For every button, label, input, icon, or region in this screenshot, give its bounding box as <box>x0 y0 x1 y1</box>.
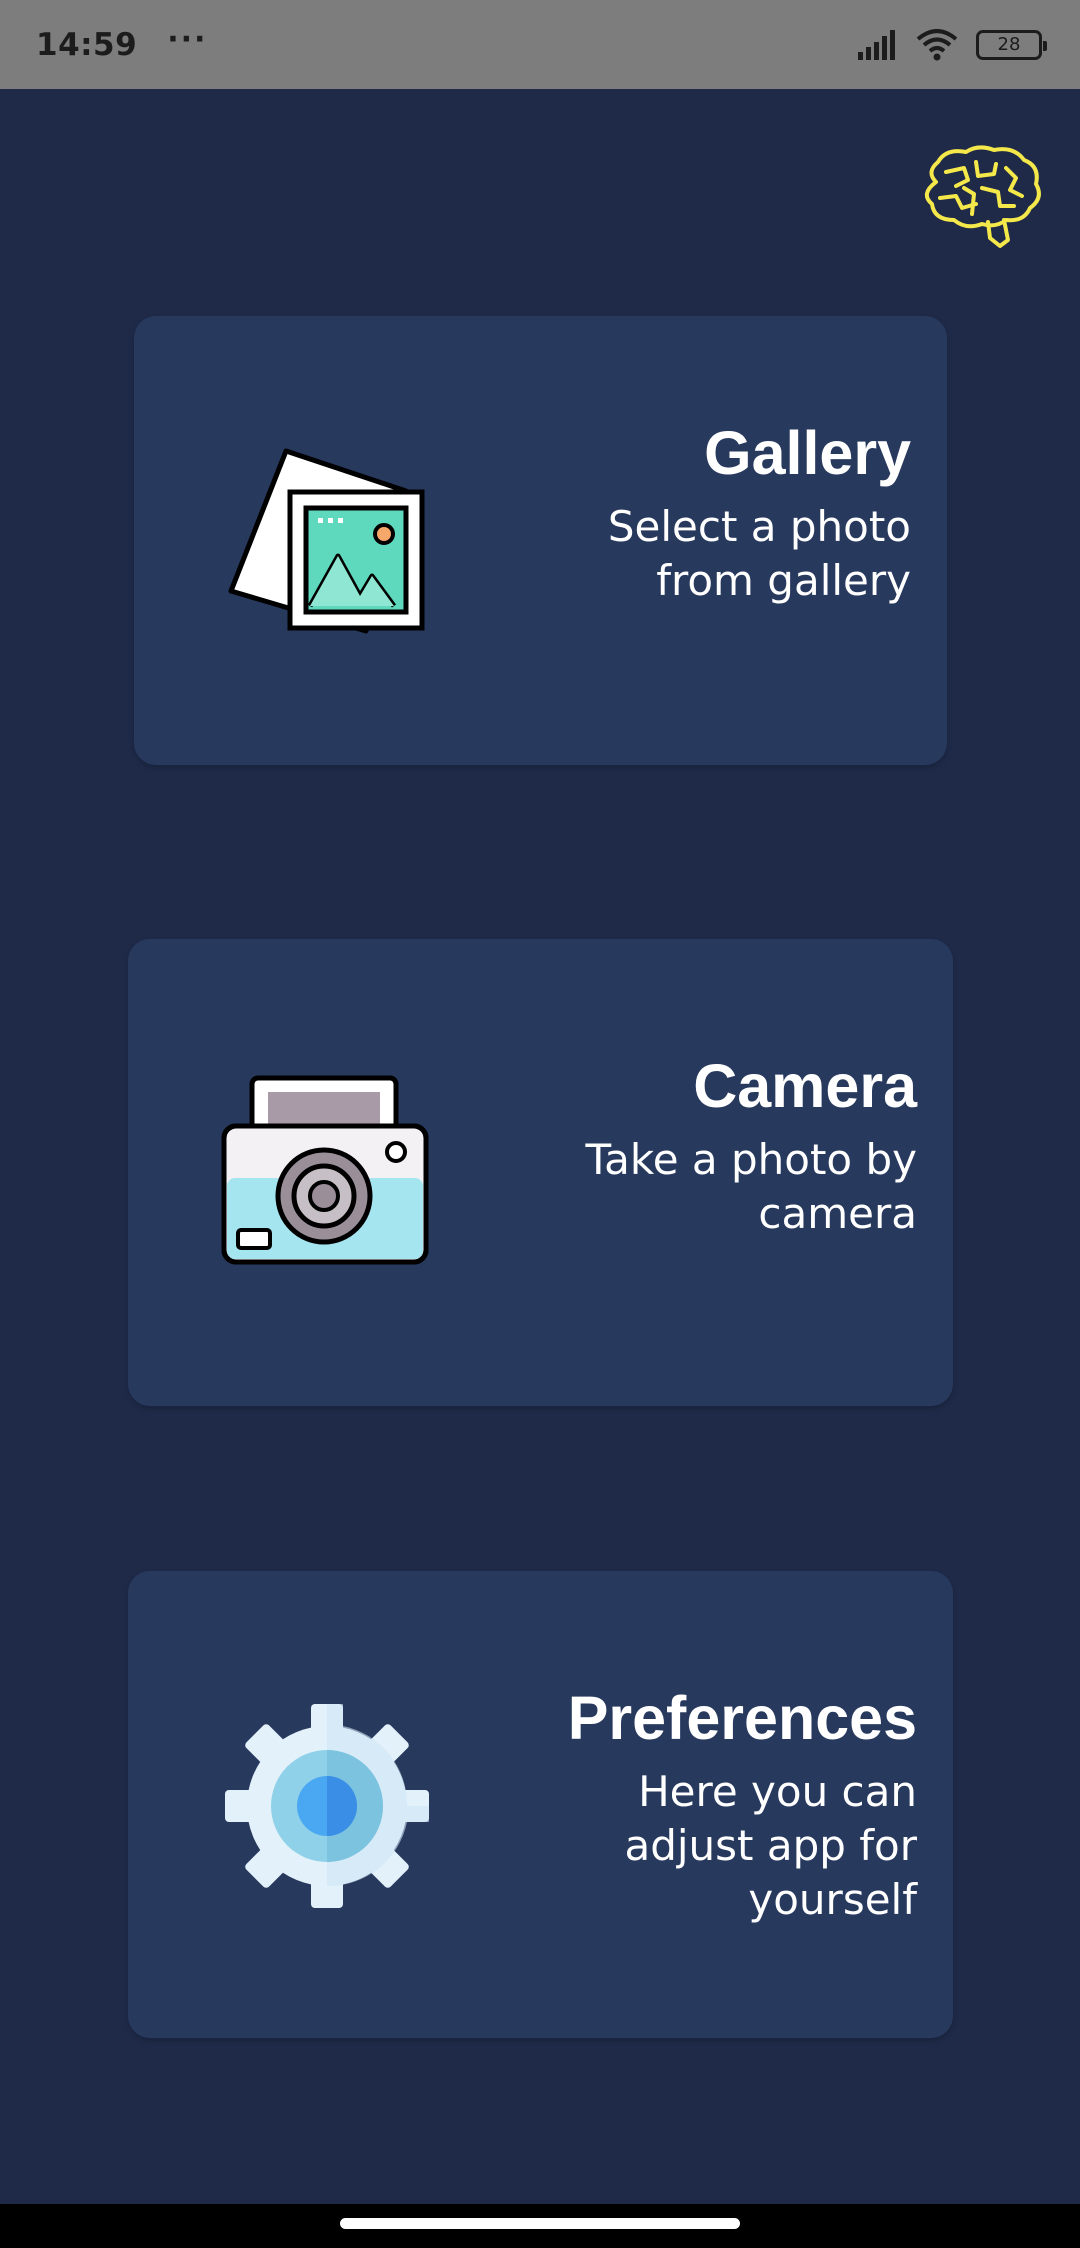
status-left: 14:59 ··· <box>36 22 207 63</box>
status-right: 28 <box>856 28 1047 61</box>
gear-icon <box>225 1704 429 1908</box>
home-indicator[interactable] <box>340 2218 740 2229</box>
status-time: 14:59 <box>36 26 138 63</box>
status-overflow-dots: ··· <box>167 22 208 57</box>
camera-text: Camera Take a photo by camera <box>585 1051 917 1241</box>
gallery-description: Select a photo from gallery <box>607 502 911 605</box>
camera-description: Take a photo by camera <box>585 1135 917 1238</box>
camera-card[interactable]: Camera Take a photo by camera <box>128 939 953 1406</box>
navigation-bar <box>0 2204 1080 2248</box>
preferences-description: Here you can adjust app for yourself <box>624 1767 917 1924</box>
gallery-title: Gallery <box>704 419 911 487</box>
status-bar: 14:59 ··· 28 <box>0 0 1080 89</box>
battery-icon: 28 <box>976 29 1047 60</box>
camera-title: Camera <box>693 1052 917 1120</box>
gallery-card[interactable]: Gallery Select a photo from gallery <box>134 316 947 765</box>
preferences-card[interactable]: Preferences Here you can adjust app for … <box>128 1571 953 2038</box>
gallery-icon <box>228 448 425 634</box>
battery-level: 28 <box>997 34 1021 55</box>
brain-icon[interactable] <box>916 142 1046 252</box>
gallery-text: Gallery Select a photo from gallery <box>608 418 911 608</box>
wifi-icon <box>916 28 958 60</box>
camera-icon <box>221 1075 429 1265</box>
preferences-text: Preferences Here you can adjust app for … <box>568 1683 917 1927</box>
signal-icon <box>858 29 895 60</box>
preferences-title: Preferences <box>567 1684 917 1752</box>
